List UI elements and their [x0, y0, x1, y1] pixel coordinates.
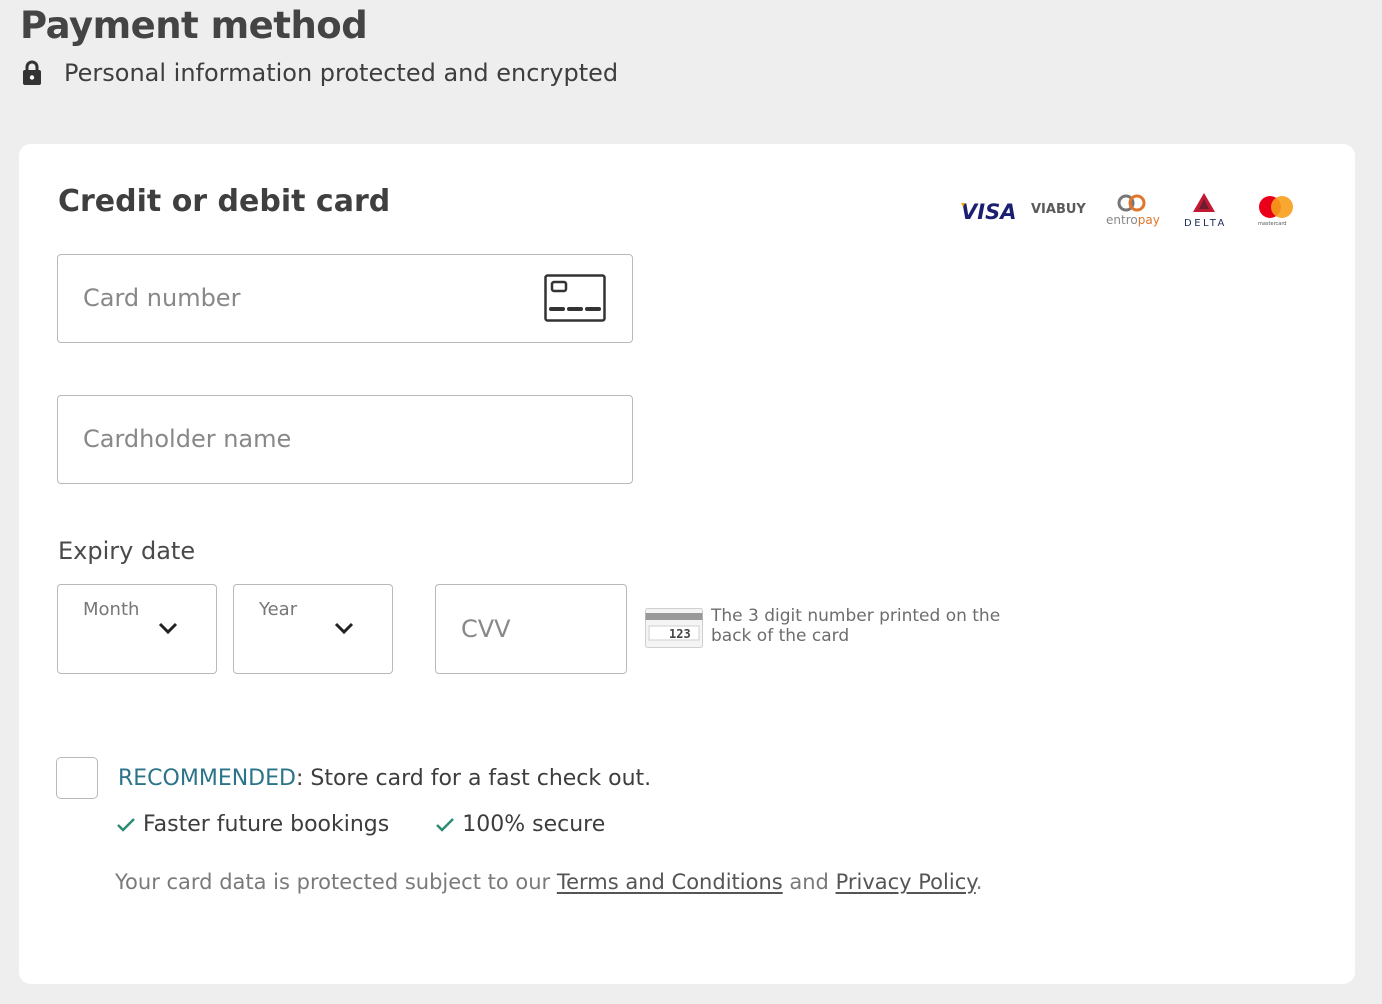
terms-link[interactable]: Terms and Conditions: [557, 870, 783, 894]
benefit-item: 100% secure: [435, 812, 605, 837]
chevron-down-icon: [334, 622, 354, 635]
check-icon: [117, 817, 135, 832]
accepted-cards-logos: VISA VIABUY entropay DELTA mastercard: [959, 190, 1305, 230]
legal-prefix: Your card data is protected subject to o…: [115, 870, 557, 894]
secure-notice: Personal information protected and encry…: [22, 58, 618, 88]
benefits-list: Faster future bookings 100% secure: [116, 812, 651, 837]
card-number-placeholder: Card number: [83, 284, 241, 312]
legal-middle: and: [782, 870, 836, 894]
visa-logo: VISA: [959, 190, 1017, 230]
card-section-title: Credit or debit card: [58, 184, 391, 219]
delta-logo: DELTA: [1175, 190, 1233, 230]
expiry-date-label: Expiry date: [58, 537, 196, 565]
cvv-field[interactable]: CVV: [435, 584, 627, 674]
cardholder-name-placeholder: Cardholder name: [83, 425, 292, 453]
svg-text:entropay: entropay: [1106, 213, 1160, 227]
benefit-text: Faster future bookings: [143, 812, 390, 837]
benefit-text: 100% secure: [462, 812, 606, 837]
expiry-year-select[interactable]: Year: [233, 584, 393, 674]
store-card-checkbox[interactable]: [56, 757, 98, 799]
secure-text: Personal information protected and encry…: [64, 59, 619, 87]
credit-card-icon: [544, 274, 606, 322]
chevron-down-icon: [158, 622, 178, 635]
privacy-link[interactable]: Privacy Policy: [836, 870, 976, 894]
legal-suffix: .: [975, 870, 983, 894]
legal-notice: Your card data is protected subject to o…: [115, 870, 982, 894]
cvv-sample-digits: 123: [669, 627, 691, 641]
recommended-tag: RECOMMENDED: [118, 766, 296, 791]
page-title: Payment method: [20, 4, 368, 47]
expiry-month-select[interactable]: Month: [57, 584, 217, 674]
benefit-item: Faster future bookings: [116, 812, 389, 837]
month-label: Month: [83, 599, 140, 620]
cardholder-name-field[interactable]: Cardholder name: [57, 395, 633, 484]
cvv-hint: 123 The 3 digit number printed on the ba…: [645, 606, 1041, 648]
year-label: Year: [259, 599, 298, 620]
cvv-hint-text: The 3 digit number printed on the back o…: [711, 606, 1001, 646]
card-back-cvv-icon: 123: [645, 608, 703, 648]
card-payment-panel: Credit or debit card VISA VIABUY entropa…: [19, 144, 1355, 984]
check-icon: [436, 817, 455, 832]
lock-icon: [23, 60, 41, 85]
mastercard-logo-text: mastercard: [1258, 221, 1286, 227]
viabuy-logo: VIABUY: [1031, 190, 1089, 230]
cvv-placeholder: CVV: [461, 615, 511, 643]
delta-logo-text: DELTA: [1184, 218, 1227, 229]
entropay-logo: entropay: [1103, 190, 1161, 230]
store-card-text: : Store card for a fast check out.: [295, 766, 652, 791]
card-number-field[interactable]: Card number: [57, 254, 633, 343]
visa-logo-text: VISA: [961, 200, 1016, 224]
viabuy-logo-text: VIABUY: [1031, 202, 1086, 217]
store-card-label: RECOMMENDED: Store card for a fast check…: [118, 766, 651, 791]
mastercard-logo: mastercard: [1247, 190, 1305, 230]
